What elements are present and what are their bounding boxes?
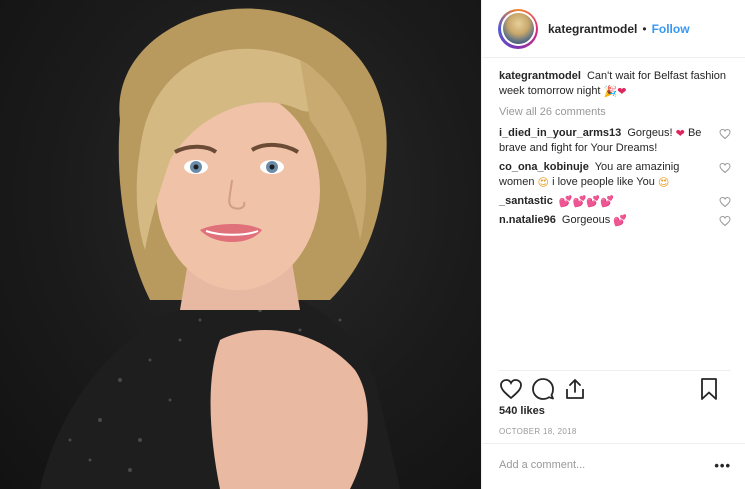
header-separator: •	[642, 21, 647, 36]
party-emoji: 🎉	[603, 86, 618, 98]
comment-icon[interactable]	[531, 377, 555, 401]
follow-button[interactable]: Follow	[652, 22, 690, 36]
comment-item: n.natalie96 Gorgeous 💕	[499, 213, 731, 228]
heart-emoji: ❤	[617, 86, 627, 98]
like-count[interactable]: 540 likes	[499, 405, 545, 417]
comment-username[interactable]: n.natalie96	[499, 214, 556, 226]
comment-text-continued: i love people like You	[552, 176, 655, 188]
comment-text: Gorgeus!	[627, 127, 673, 139]
divider	[482, 443, 745, 444]
header-username[interactable]: kategrantmodel	[548, 22, 637, 36]
caption-username[interactable]: kategrantmodel	[499, 70, 581, 82]
comment-username[interactable]: i_died_in_your_arms13	[499, 127, 621, 139]
comment-username[interactable]: _santastic	[499, 195, 553, 207]
heart-icon[interactable]	[499, 377, 523, 401]
post-date: OCTOBER 18, 2018	[499, 427, 577, 436]
like-comment-heart-icon[interactable]	[719, 215, 731, 227]
comments-section: kategrantmodel Can't wait for Belfast fa…	[499, 69, 731, 232]
comment-emoji-2: 😍	[657, 177, 670, 189]
comment-username[interactable]: co_ona_kobinuje	[499, 161, 589, 173]
comment-emoji: 😍	[537, 177, 549, 189]
add-comment-input[interactable]: Add a comment...	[499, 459, 585, 471]
comment-item: _santastic 💕💕💕💕	[499, 194, 731, 209]
post-photo[interactable]	[0, 0, 481, 489]
post-caption: kategrantmodel Can't wait for Belfast fa…	[499, 69, 731, 99]
post-actions	[497, 377, 737, 401]
comment-emoji: ❤	[675, 128, 685, 140]
bookmark-icon[interactable]	[697, 377, 721, 401]
comment-item: co_ona_kobinuje You are amazinig women 😍…	[499, 160, 731, 190]
comment-text: Gorgeous	[561, 214, 611, 226]
divider	[499, 370, 731, 371]
avatar-image	[502, 13, 534, 44]
view-all-comments-link[interactable]: View all 26 comments	[499, 105, 731, 120]
like-comment-heart-icon[interactable]	[719, 162, 731, 174]
post-photo-illustration	[40, 8, 400, 489]
comment-emoji: 💕	[613, 215, 627, 227]
like-comment-heart-icon[interactable]	[719, 128, 731, 140]
like-comment-heart-icon[interactable]	[719, 196, 731, 208]
share-icon[interactable]	[563, 377, 587, 401]
comment-item: i_died_in_your_arms13 Gorgeus! ❤ Be brav…	[499, 126, 731, 156]
post-header: kategrantmodel • Follow	[482, 0, 745, 58]
more-options-button[interactable]: •••	[714, 458, 731, 473]
comment-emoji: 💕💕💕💕	[558, 196, 614, 208]
profile-avatar[interactable]	[498, 8, 538, 49]
post-side-panel: kategrantmodel • Follow kategrantmodel C…	[481, 0, 745, 489]
